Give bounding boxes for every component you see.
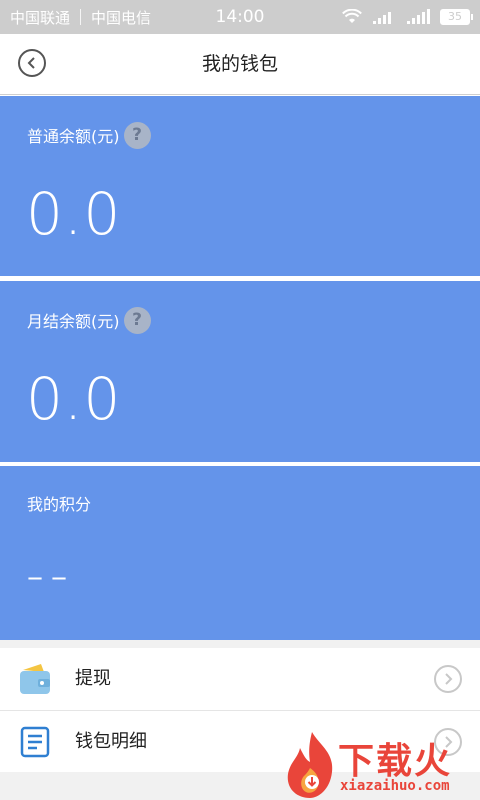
section-gap xyxy=(0,640,480,648)
help-icon[interactable]: ? xyxy=(123,306,151,334)
points-panel: 我的积分 -- xyxy=(0,466,480,640)
list-item-withdraw[interactable]: 提现 xyxy=(0,648,480,710)
page-title: 我的钱包 xyxy=(201,53,278,75)
panel-label-row: 月结余额(元) ? xyxy=(27,305,151,335)
app-header: 我的钱包 xyxy=(0,34,480,95)
balance-panel-normal: 普通余额(元) ? 0.0 xyxy=(0,96,480,276)
battery-icon: 35 xyxy=(440,9,473,25)
status-bar: 中国联通 中国电信 14:00 35 xyxy=(0,0,480,34)
chevron-right-icon xyxy=(445,673,453,685)
chevron-right-button[interactable] xyxy=(434,665,462,693)
panel-label-row: 我的积分 xyxy=(27,488,91,518)
points-value: -- xyxy=(26,546,75,604)
panel-label: 我的积分 xyxy=(27,495,92,514)
watermark: 下载火 xiazaihuo.com xyxy=(282,728,480,800)
wallet-icon xyxy=(20,664,50,694)
balance-value: 0.0 xyxy=(26,365,122,433)
list-item-label: 提现 xyxy=(75,668,111,689)
panel-label-row: 普通余额(元) ? xyxy=(27,120,151,150)
panel-label: 月结余额(元) xyxy=(27,312,120,331)
signal-icon-2 xyxy=(407,9,430,24)
document-icon xyxy=(20,726,50,758)
watermark-text: 下载火 xyxy=(338,741,453,782)
status-icons: 35 xyxy=(342,0,473,34)
balance-panel-monthly: 月结余额(元) ? 0.0 xyxy=(0,281,480,462)
watermark-url: xiazaihuo.com xyxy=(340,778,450,794)
list-item-label: 钱包明细 xyxy=(75,731,147,752)
wifi-icon xyxy=(342,9,362,23)
signal-icon-1 xyxy=(373,12,391,24)
flame-logo-icon xyxy=(287,732,333,798)
panel-label: 普通余额(元) xyxy=(27,127,120,146)
help-icon[interactable]: ? xyxy=(123,121,151,149)
balance-value: 0.0 xyxy=(26,180,122,248)
